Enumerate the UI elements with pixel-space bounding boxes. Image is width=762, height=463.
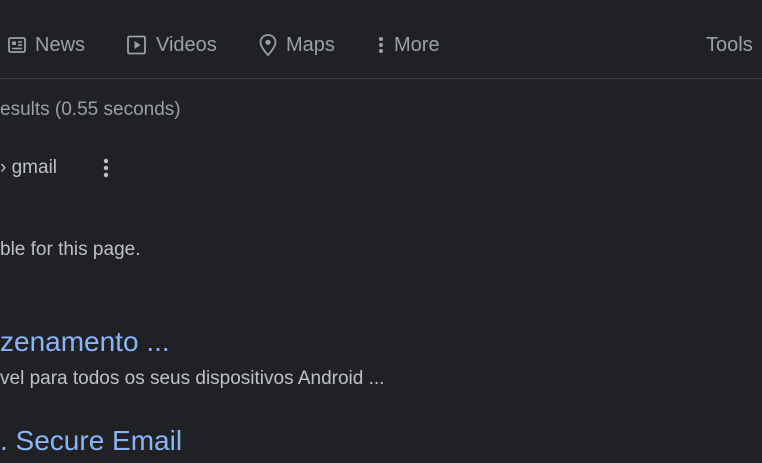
- tab-more-label: More: [394, 33, 440, 56]
- tab-maps-label: Maps: [286, 33, 335, 56]
- tab-news-label: News: [35, 33, 86, 56]
- map-pin-icon: [258, 33, 286, 57]
- news-icon: [7, 35, 35, 55]
- more-vertical-icon: [376, 35, 394, 55]
- tab-more[interactable]: More: [376, 33, 440, 57]
- result-title-link[interactable]: . Secure Email: [0, 425, 182, 457]
- more-vertical-icon: [96, 158, 116, 185]
- search-tabs-bar: News Videos Maps More Tools: [0, 0, 762, 79]
- result-snippet: vel para todos os seus dispositivos Andr…: [0, 368, 385, 389]
- search-results-page: News Videos Maps More Tools esults (0.55…: [0, 0, 762, 463]
- tab-maps[interactable]: Maps: [258, 33, 335, 57]
- video-icon: [126, 34, 156, 56]
- result-options-button[interactable]: [96, 155, 116, 181]
- result-stats: esults (0.55 seconds): [0, 99, 181, 120]
- result-snippet: ble for this page.: [0, 239, 141, 260]
- tab-videos[interactable]: Videos: [126, 33, 217, 57]
- tab-news[interactable]: News: [7, 33, 85, 57]
- result-title-link[interactable]: zenamento ...: [0, 326, 170, 358]
- tools-label: Tools: [706, 33, 753, 56]
- tab-videos-label: Videos: [156, 33, 217, 56]
- tools-button[interactable]: Tools: [706, 33, 753, 57]
- result-breadcrumb[interactable]: › gmail: [0, 157, 57, 179]
